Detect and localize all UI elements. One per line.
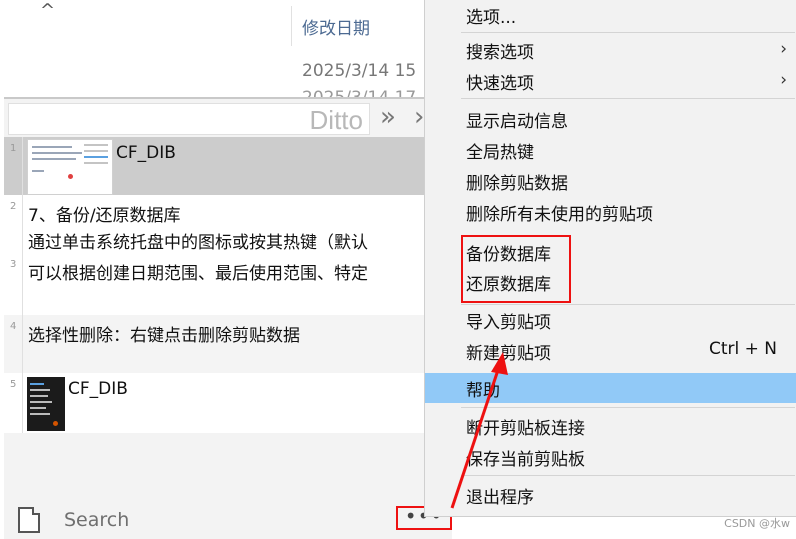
- annotation-arrow: [450, 352, 508, 509]
- watermark: CSDN @水w: [724, 517, 790, 530]
